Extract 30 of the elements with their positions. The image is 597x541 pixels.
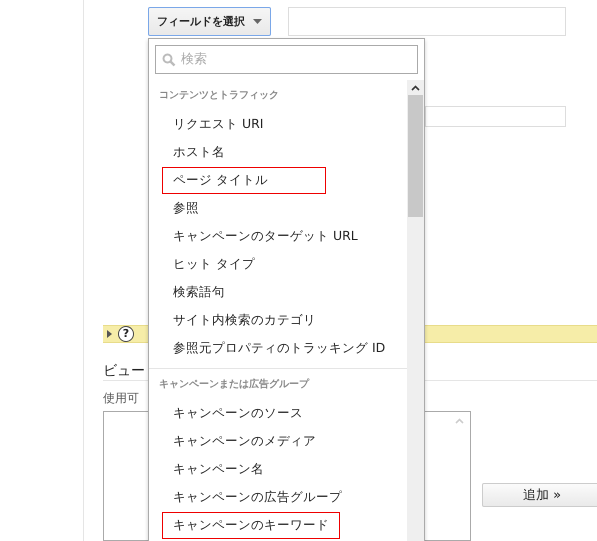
group-heading: キャンペーンまたは広告グループ [158, 377, 310, 392]
search-field[interactable]: 検索 [155, 45, 418, 74]
section-title: ビュー [103, 363, 145, 379]
menu-item[interactable]: ヒット タイプ [162, 250, 270, 278]
menu-item[interactable]: 検索語句 [162, 278, 270, 306]
menu-item[interactable]: サイト内検索のカテゴリ [162, 306, 327, 334]
field-select-button[interactable]: フィールドを選択 [148, 7, 271, 36]
menu-item[interactable]: キャンペーンのターゲット URL [162, 222, 369, 250]
value-input[interactable] [425, 106, 566, 126]
menu-item[interactable]: キャンペーンの広告グループ [162, 484, 353, 510]
expand-icon[interactable] [107, 330, 112, 338]
add-button[interactable]: 追加 » [482, 483, 597, 507]
scroll-up-icon[interactable] [411, 85, 420, 91]
menu-item[interactable]: キャンペーン名 [162, 456, 275, 482]
help-icon[interactable]: ? [118, 326, 134, 342]
field-label: 使用可 [103, 390, 139, 407]
scrollbar[interactable] [407, 80, 424, 541]
menu-item[interactable]: キャンペーンのメディア [162, 428, 327, 454]
menu-item[interactable]: リクエスト URI [162, 110, 274, 138]
search-icon [162, 53, 176, 67]
group-heading: コンテンツとトラフィック [158, 89, 280, 103]
menu-item[interactable]: キャンペーンのソース [162, 400, 314, 426]
menu-item[interactable]: ページ タイトル [162, 166, 326, 194]
menu-item[interactable]: ホスト名 [162, 138, 270, 166]
menu-item[interactable]: 参照 [162, 194, 270, 222]
menu-item[interactable]: 参照元プロパティのトラッキング ID [162, 334, 396, 362]
scroll-thumb[interactable] [408, 95, 423, 217]
caret-icon [253, 19, 262, 24]
menu-item[interactable]: キャンペーンのキーワード [162, 512, 340, 538]
value-input[interactable] [288, 7, 566, 36]
